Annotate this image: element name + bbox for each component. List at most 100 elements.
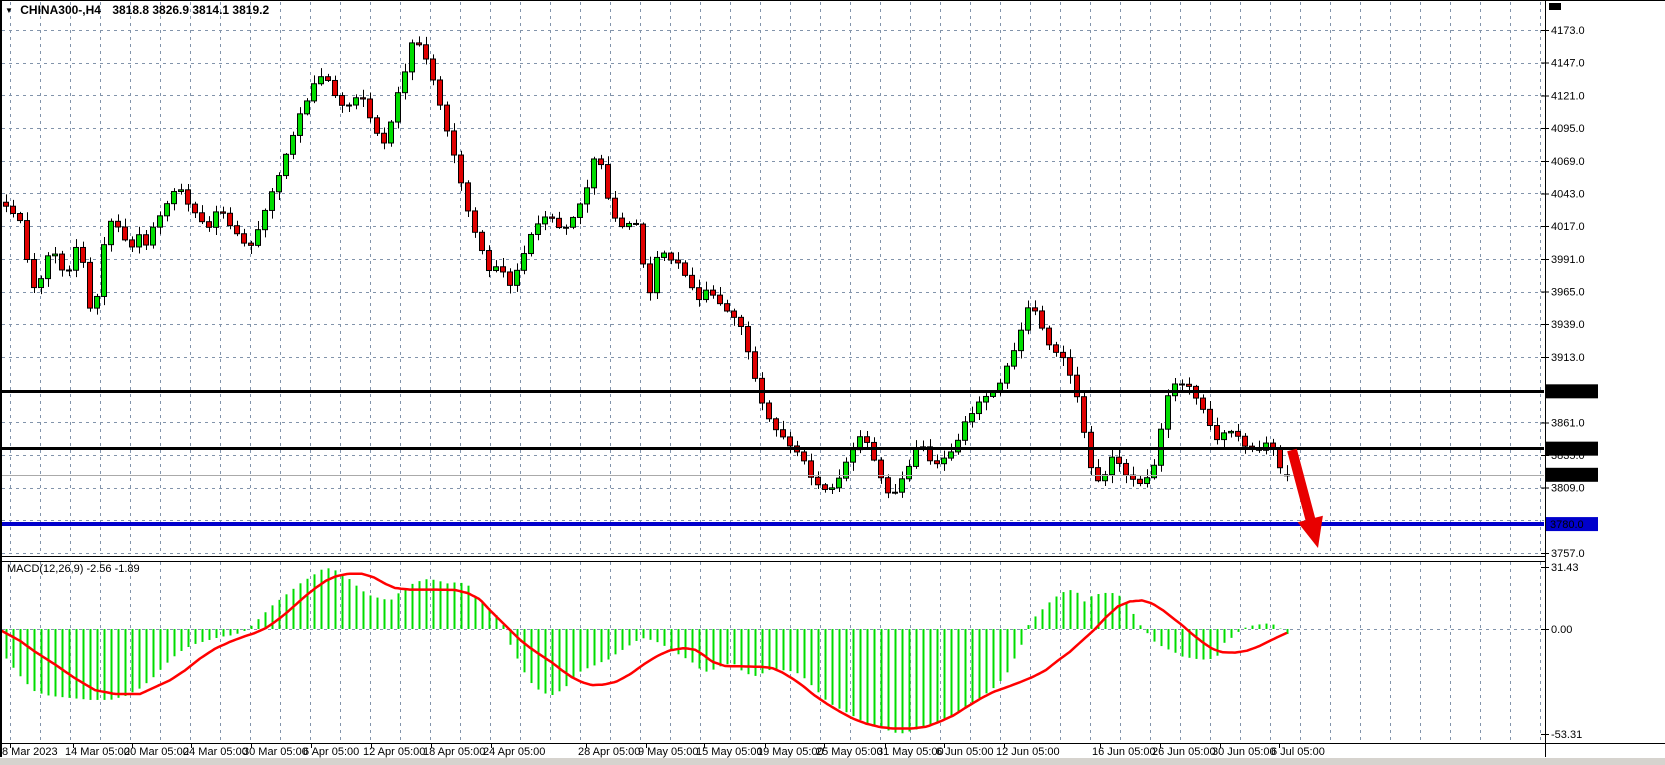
candle-bear: [220, 211, 226, 214]
candle-bear: [143, 234, 149, 246]
candle-bear: [24, 220, 30, 260]
time-tick-label: 25 May 05:00: [816, 746, 883, 758]
candle-bull: [171, 191, 177, 205]
time-axis[interactable]: 8 Mar 2023 14 Mar 05:0020 Mar 05:0024 Mar…: [2, 743, 1325, 758]
candle-bear: [724, 303, 730, 312]
mt4-chart-window: 4173.0 4147.0 4121.0 4095.0 4069.0 4043.0 4017…: [0, 0, 1665, 765]
price-chart-canvas[interactable]: 4173.0 4147.0 4121.0 4095.0 4069.0 4043.0 4017…: [0, 0, 1665, 765]
candle-bull: [913, 447, 919, 467]
candle-bull: [542, 216, 548, 225]
candle-bull: [38, 278, 44, 289]
candle-bull: [304, 100, 310, 115]
symbol-dropdown-icon[interactable]: ▼: [5, 6, 13, 15]
candle-bull: [983, 395, 989, 403]
candle-bear: [689, 274, 695, 289]
candle-bear: [1179, 383, 1185, 386]
candle-bull: [311, 83, 317, 102]
candle-bull: [402, 71, 408, 94]
price-tick-label: 4121.0: [1551, 90, 1585, 102]
candle-bear: [934, 460, 940, 465]
candle-bear: [710, 289, 716, 296]
candle-bear: [479, 231, 485, 252]
candle-bear: [325, 76, 331, 81]
price-tick-label: 3991.0: [1551, 254, 1585, 266]
candle-bear: [444, 104, 450, 132]
time-tick-label: 30 Jun 05:00: [1212, 746, 1276, 758]
candle-bear: [1123, 462, 1129, 476]
ohlc-values: 3818.8 3826.9 3814.1 3819.2: [112, 3, 270, 17]
candle-bear: [1046, 327, 1052, 346]
candle-bull: [297, 113, 303, 136]
candle-bear: [766, 402, 772, 420]
chart-shift-marker[interactable]: [1549, 3, 1561, 10]
candle-bear: [185, 189, 191, 205]
candle-bear: [1074, 374, 1080, 398]
candle-bull: [514, 269, 520, 286]
candle-bear: [59, 253, 65, 271]
candle-bull: [661, 252, 667, 258]
time-tick-label: 6 Apr 05:00: [303, 746, 359, 758]
candle-bear: [682, 262, 688, 276]
candle-bear: [1081, 396, 1087, 433]
candle-bull: [948, 451, 954, 459]
candle-bull: [262, 209, 268, 231]
candle-bear: [416, 42, 422, 46]
candle-bull: [73, 246, 79, 271]
macd-tick-label: -53.31: [1551, 729, 1582, 741]
candle-bull: [283, 153, 289, 177]
candle-bull: [1018, 329, 1024, 352]
candle-bull: [570, 216, 576, 228]
candle-bull: [318, 76, 324, 85]
candle-bull: [52, 253, 58, 257]
candle-bear: [332, 79, 338, 97]
time-tick-label: 6 Jul 05:00: [1271, 746, 1325, 758]
symbol-period-label: CHINA300-,H4: [20, 3, 101, 17]
candle-bull: [1151, 464, 1157, 479]
candle-bear: [129, 239, 135, 248]
price-tick-label: 4069.0: [1551, 156, 1585, 168]
candle-bear: [1207, 408, 1213, 427]
candle-bull: [850, 449, 856, 463]
candle-bull: [45, 255, 51, 280]
price-tick-label: 3757.0: [1551, 548, 1585, 560]
candle-bear: [122, 226, 128, 241]
candle-bear: [66, 269, 72, 272]
candle-bear: [1060, 351, 1066, 359]
candle-bull: [626, 222, 632, 228]
candle-bear: [885, 477, 891, 494]
price-tick-label: 4043.0: [1551, 188, 1585, 200]
candle-bull: [388, 121, 394, 144]
candle-bear: [556, 217, 562, 229]
candle-bull: [108, 220, 114, 246]
candle-bull: [276, 175, 282, 193]
chart-symbol-header[interactable]: ▼ CHINA300-,H4 3818.8 3826.9 3814.1 3819…: [5, 3, 269, 17]
candle-bear: [1200, 397, 1206, 410]
macd-tick-label: 0.00: [1551, 624, 1572, 636]
price-tick-label: 4095.0: [1551, 123, 1585, 135]
candle-bear: [10, 205, 16, 215]
candle-bull: [1221, 432, 1227, 441]
candle-bull: [409, 42, 415, 73]
window-bottom-strip: [0, 758, 1665, 765]
candle-bear: [451, 130, 457, 156]
price-tick-label: 4017.0: [1551, 221, 1585, 233]
candle-bull: [906, 465, 912, 480]
candle-bear: [871, 441, 877, 461]
candle-bull: [563, 226, 569, 229]
candle-bear: [549, 216, 555, 219]
time-tick-label: 24 Apr 05:00: [483, 746, 545, 758]
candle-bear: [752, 351, 758, 379]
candle-bear: [241, 233, 247, 244]
candle-bear: [1039, 310, 1045, 329]
candle-bull: [1011, 350, 1017, 367]
candle-bull: [164, 203, 170, 217]
candle-bull: [1025, 307, 1031, 331]
candle-bear: [206, 221, 212, 228]
candle-bear: [1053, 344, 1059, 353]
candle-bear: [486, 250, 492, 272]
candle-bear: [696, 287, 702, 301]
candle-bull: [1144, 477, 1150, 485]
candle-bull: [1004, 365, 1010, 384]
candle-bear: [780, 429, 786, 438]
candle-bear: [458, 154, 464, 184]
